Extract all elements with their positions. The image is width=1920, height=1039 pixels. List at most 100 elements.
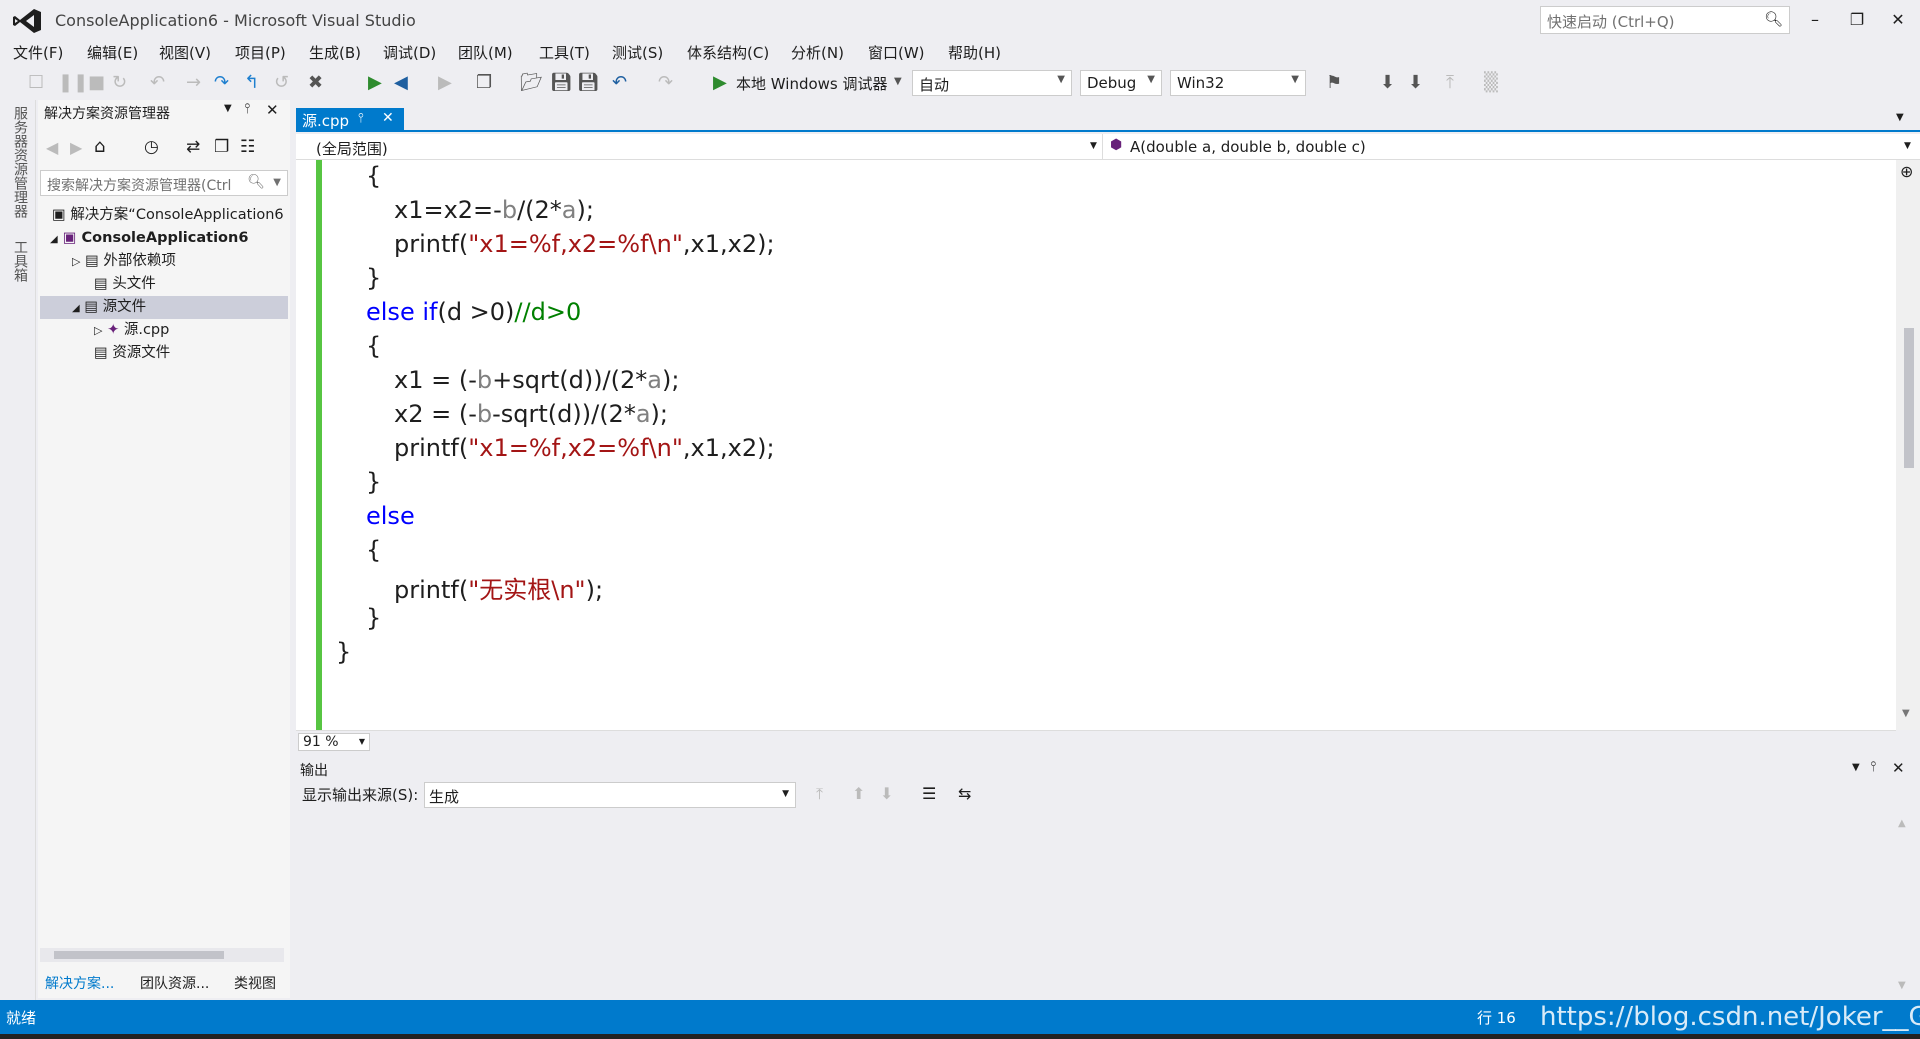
history-icon[interactable]: ◷ [144, 137, 159, 157]
output-source-dropdown[interactable]: 生成 ▼ [424, 782, 796, 808]
minimize-button[interactable]: – [1795, 6, 1835, 34]
tree-item-solution[interactable]: ▣ 解决方案“ConsoleApplication6 [52, 204, 284, 227]
tree-item-project[interactable]: ◢ ▣ ConsoleApplication6 [50, 227, 248, 250]
output-text-area[interactable] [296, 816, 1900, 1000]
find-message-icon[interactable]: ⤒ [816, 784, 823, 804]
navigate-forward-icon[interactable]: ▶ [438, 72, 452, 93]
tree-item-external-deps[interactable]: ▷ ▤ 外部依赖项 [72, 250, 176, 273]
menu-help[interactable]: 帮助(H) [948, 42, 1001, 63]
menu-test[interactable]: 测试(S) [612, 42, 663, 63]
chevron-down-icon[interactable]: ▼ [894, 76, 902, 87]
tab-team-explorer[interactable]: 团队资源... [140, 973, 209, 993]
step-out-icon[interactable]: ↰ [244, 72, 259, 93]
close-icon[interactable]: ✕ [1892, 759, 1905, 777]
vertical-scrollbar[interactable]: ⊕ ▼ [1896, 160, 1920, 730]
pin-icon[interactable]: ⫯ [1870, 759, 1876, 775]
tree-item-resource-files[interactable]: ▤ 资源文件 [94, 342, 170, 365]
chevron-down-icon[interactable]: ▼ [273, 177, 281, 188]
scroll-down-icon[interactable]: ▼ [1902, 708, 1910, 719]
scroll-down-icon[interactable]: ▼ [1898, 980, 1906, 991]
solution-configuration-dropdown[interactable]: 自动 ▼ [912, 70, 1072, 96]
scroll-up-icon[interactable]: ▲ [1898, 818, 1906, 829]
step-into-icon[interactable]: → [186, 72, 201, 93]
menu-build[interactable]: 生成(B) [309, 42, 361, 63]
close-button[interactable]: ✕ [1878, 6, 1918, 34]
scope-dropdown[interactable]: (全局范围) [316, 138, 388, 159]
previous-message-icon[interactable]: ⬆ [852, 784, 865, 803]
next-message-icon[interactable]: ⬇ [880, 784, 893, 803]
collapsed-arrow-icon: ▷ [94, 324, 103, 337]
chevron-down-icon[interactable]: ▼ [224, 103, 232, 114]
toolbox-tab[interactable]: 工具箱 [10, 240, 30, 282]
document-tab-bar: 源.cpp ⫯ ✕ ▼ [296, 108, 1920, 132]
code-area[interactable]: { x1=x2=-b/(2*a); printf("x1=%f,x2=%f\n"… [296, 160, 1896, 730]
find-in-files-icon[interactable]: ⚑ [1326, 72, 1342, 93]
tree-item-header-files[interactable]: ▤ 头文件 [94, 273, 156, 296]
menu-view[interactable]: 视图(V) [159, 42, 211, 63]
save-icon[interactable]: 💾︎ [550, 72, 573, 93]
collapse-all-icon[interactable]: ❐ [214, 137, 229, 157]
new-project-icon[interactable]: ❐ [476, 72, 492, 93]
menu-tools[interactable]: 工具(T) [539, 42, 590, 63]
pin-icon[interactable]: ⫯ [358, 111, 364, 126]
redo-step-icon[interactable]: ↺ [274, 72, 289, 93]
clear-all-icon[interactable]: ☰ [922, 784, 936, 803]
tree-item-source-cpp[interactable]: ▷ ✦ 源.cpp [94, 319, 169, 342]
build-configuration-dropdown[interactable]: Debug ▼ [1080, 70, 1162, 96]
platform-dropdown[interactable]: Win32 ▼ [1170, 70, 1306, 96]
back-icon[interactable]: ◀ [46, 138, 58, 157]
zoom-dropdown[interactable]: 91 % ▼ [298, 733, 370, 751]
menu-architecture[interactable]: 体系结构(C) [687, 42, 769, 63]
close-icon[interactable]: ✕ [266, 101, 279, 119]
server-explorer-tab[interactable]: 服务器资源管理器 [10, 106, 30, 218]
restart-icon[interactable]: ↻ [112, 72, 127, 93]
forward-icon[interactable]: ▶ [70, 138, 82, 157]
start-debugging-icon[interactable]: ▶ [713, 72, 727, 93]
chevron-down-icon[interactable]: ▼ [1090, 141, 1097, 151]
layout-icon[interactable]: ▒ [1484, 72, 1498, 93]
stop-icon[interactable]: ■ [88, 72, 105, 93]
show-next-statement-icon[interactable]: ↶ [150, 72, 165, 93]
solution-search-input[interactable]: 搜索解决方案资源管理器(Ctrl 🔍︎ ▼ [40, 170, 288, 196]
menu-edit[interactable]: 编辑(E) [87, 42, 138, 63]
menu-analyze[interactable]: 分析(N) [791, 42, 844, 63]
tab-class-view[interactable]: 类视图 [234, 973, 276, 993]
word-wrap-icon[interactable]: ⇆ [958, 784, 971, 803]
debugger-label[interactable]: 本地 Windows 调试器 [736, 73, 888, 94]
toggle-breakpoints-icon[interactable]: ✖ [308, 72, 323, 93]
menu-team[interactable]: 团队(M) [458, 42, 513, 63]
deploy-icon[interactable]: ⬇ [1408, 72, 1423, 93]
chevron-down-icon[interactable]: ▼ [1852, 762, 1860, 773]
restore-button[interactable]: ❐ [1837, 6, 1877, 34]
step-over-icon[interactable]: ↷ [214, 72, 229, 93]
tab-source-cpp[interactable]: 源.cpp ⫯ ✕ [296, 108, 404, 132]
show-all-files-icon[interactable]: ☷ [240, 137, 255, 157]
tab-solution-explorer[interactable]: 解决方案... [45, 973, 114, 993]
undo-icon[interactable]: ↶ [612, 72, 627, 93]
split-icon[interactable]: ⊕ [1900, 162, 1913, 181]
menu-debug[interactable]: 调试(D) [383, 42, 436, 63]
sync-icon[interactable]: ⇄ [186, 137, 200, 157]
home-icon[interactable]: ⌂ [94, 136, 105, 157]
scrollbar-thumb[interactable] [54, 951, 224, 959]
close-icon[interactable]: ✕ [382, 110, 394, 126]
chevron-down-icon[interactable]: ▼ [1896, 112, 1904, 123]
member-dropdown[interactable]: A(double a, double b, double c) [1130, 138, 1366, 156]
start-icon[interactable]: ▶ [368, 72, 382, 93]
horizontal-scrollbar[interactable] [40, 948, 284, 962]
tree-item-source-files[interactable]: ◢ ▤ 源文件 [72, 296, 146, 319]
menu-project[interactable]: 项目(P) [235, 42, 286, 63]
quick-launch-input[interactable]: 快速启动 (Ctrl+Q) 🔍︎ [1540, 6, 1790, 34]
pin-icon[interactable]: ⫯ [244, 101, 250, 117]
export-icon[interactable]: ⤒ [1446, 72, 1454, 93]
menu-window[interactable]: 窗口(W) [868, 42, 925, 63]
publish-icon[interactable]: ⬇ [1380, 72, 1395, 93]
scrollbar-thumb[interactable] [1904, 328, 1914, 468]
menu-file[interactable]: 文件(F) [13, 42, 63, 63]
pause-icon[interactable]: ❚❚ [58, 72, 88, 93]
redo-icon[interactable]: ↷ [658, 72, 673, 93]
chevron-down-icon[interactable]: ▼ [1904, 141, 1911, 151]
save-all-icon[interactable]: 💾︎ [577, 72, 600, 93]
open-file-icon[interactable]: 📂︎ [520, 72, 543, 93]
navigate-back-icon[interactable]: ◀ [394, 72, 408, 93]
